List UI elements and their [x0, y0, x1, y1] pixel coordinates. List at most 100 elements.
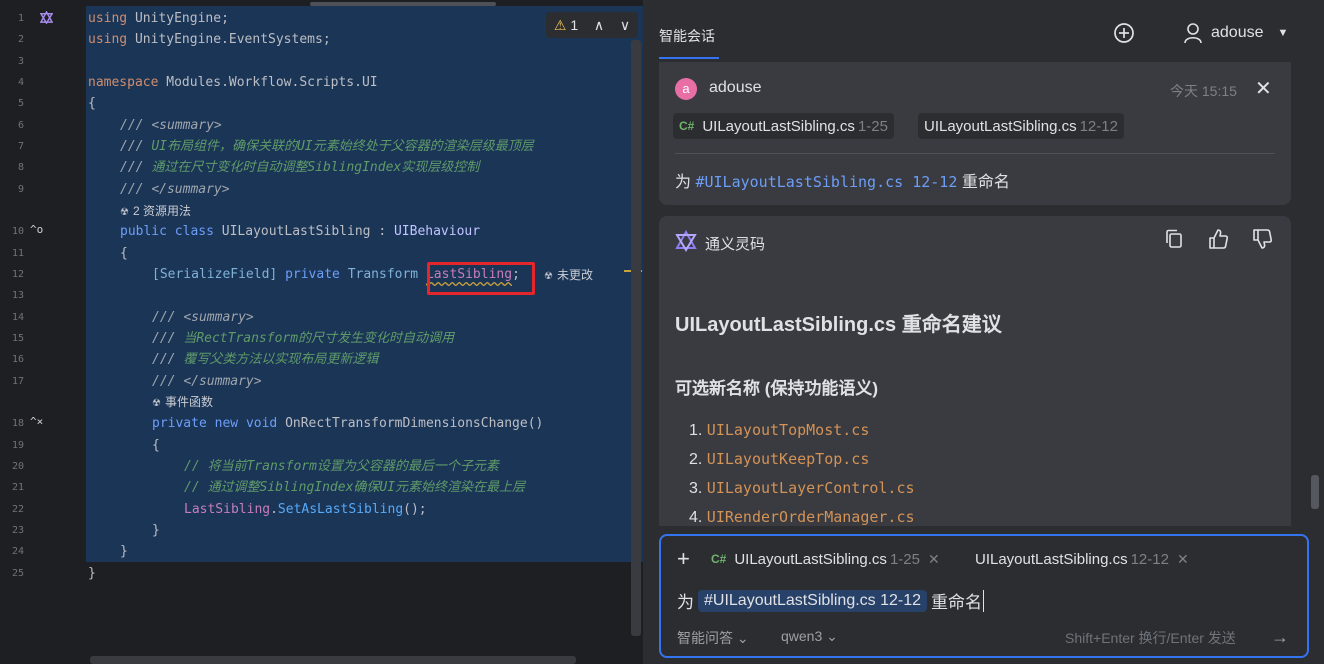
line-number[interactable]: 3 — [0, 51, 24, 72]
warning-icon: ⚠ — [553, 16, 567, 33]
response-heading: UILayoutLastSibling.cs 重命名建议 — [675, 314, 1002, 336]
send-hint: Shift+Enter 换行/Enter 发送 — [1065, 630, 1236, 646]
line-number[interactable]: 14 — [0, 307, 24, 328]
csharp-icon: C# — [711, 552, 727, 566]
line-number[interactable]: 1 — [0, 8, 24, 29]
line-number[interactable]: 24 — [0, 541, 24, 562]
thumbs-down-icon[interactable] — [1251, 228, 1273, 250]
implemented-icon[interactable]: ^o — [30, 223, 43, 236]
line-number[interactable]: 21 — [0, 477, 24, 498]
lingma-logo-icon — [675, 230, 697, 252]
line-number[interactable]: 4 — [0, 72, 24, 93]
message-author: adouse — [709, 79, 762, 96]
message-time: 今天 15:15 — [1170, 83, 1237, 99]
line-number[interactable]: 15 — [0, 328, 24, 349]
list-item: 4. UIRenderOrderManager.cs — [689, 508, 915, 526]
response-subheading: 可选新名称 (保持功能语义) — [675, 379, 879, 398]
list-item: 3. UILayoutLayerControl.cs — [689, 479, 915, 497]
line-number[interactable]: 13 — [0, 285, 24, 306]
line-number[interactable]: 18 — [0, 413, 24, 434]
code-line-25: } — [88, 565, 96, 581]
ai-name: 通义灵码 — [705, 236, 766, 253]
code-line-17: /// </summary> — [152, 373, 262, 389]
user-menu[interactable]: adouse ▼ — [1183, 20, 1288, 46]
new-chat-icon[interactable] — [1112, 21, 1136, 45]
line-number[interactable]: 19 — [0, 435, 24, 456]
override-icon[interactable]: ^× — [30, 415, 43, 428]
code-line-7: /// UI布局组件，确保关联的UI元素始终处于父容器的渲染层级最顶层 — [120, 139, 534, 154]
user-icon — [1184, 23, 1202, 44]
remove-chip-icon[interactable]: ✕ — [1177, 551, 1189, 568]
usages-hint[interactable]: ☢ 2 资源用法 — [120, 201, 191, 222]
copy-icon[interactable] — [1163, 228, 1185, 250]
avatar: a — [675, 78, 697, 100]
chat-input-text[interactable]: 为 #UILayoutLastSibling.cs 12-12 重命名 — [677, 588, 985, 613]
file-reference-tag[interactable]: #UILayoutLastSibling.cs 12-12 — [698, 589, 928, 612]
code-line-2: using UnityEngine.EventSystems; — [88, 32, 331, 48]
usages-icon: ☢ — [120, 207, 129, 218]
line-number[interactable]: 22 — [0, 499, 24, 520]
line-number[interactable]: 23 — [0, 520, 24, 541]
list-item: 1. UILayoutTopMost.cs — [689, 421, 870, 439]
editor-vertical-scrollbar[interactable] — [631, 40, 641, 636]
csharp-icon: C# — [679, 119, 695, 133]
previous-problem-button[interactable]: ∧ — [594, 17, 604, 34]
tab-underline — [659, 57, 719, 59]
line-number[interactable]: 6 — [0, 115, 24, 136]
line-number[interactable]: 2 — [0, 29, 24, 50]
warning-indicator[interactable]: ⚠ 1 — [554, 17, 578, 34]
event-function-hint[interactable]: ☢ 事件函数 — [152, 392, 213, 413]
model-dropdown[interactable]: qwen3 ⌄ — [781, 628, 838, 645]
context-chip[interactable]: UILayoutLastSibling.cs 12-12 — [918, 113, 1124, 139]
code-editor[interactable]: 1 2 3 4 5 6 7 8 9 10 11 12 13 14 15 16 17 18 19 20 21 22 23 24 2… — [0, 0, 643, 664]
divider — [675, 153, 1275, 154]
line-number[interactable]: 9 — [0, 179, 24, 200]
code-text[interactable]: using UnityEngine; using UnityEngine.Eve… — [88, 8, 543, 581]
code-line-16: /// 覆写父类方法以实现布局更新逻辑 — [152, 352, 379, 368]
chat-scrollbar[interactable] — [1311, 475, 1319, 509]
line-number[interactable]: 5 — [0, 93, 24, 114]
input-context-chip[interactable]: UILayoutLastSibling.cs 12-12 ✕ — [969, 546, 1195, 572]
code-line-11: { — [120, 245, 128, 261]
editor-horizontal-scrollbar[interactable] — [90, 656, 576, 664]
code-line-21: // 通过调整SiblingIndex确保UI元素始终渲染在最上层 — [184, 480, 526, 496]
code-line-4: namespace Modules.Workflow.Scripts.UI — [88, 75, 378, 90]
caret-down-icon: ▼ — [1277, 27, 1289, 39]
tab-smart-chat[interactable]: 智能会话 — [659, 26, 715, 46]
line-number[interactable]: 17 — [0, 371, 24, 392]
code-line-14: /// <summary> — [152, 309, 254, 325]
input-context-chip[interactable]: C# UILayoutLastSibling.cs 1-25 ✕ — [705, 546, 946, 572]
inspection-widget[interactable]: ⚠ 1 ∧ ∨ — [546, 12, 638, 38]
user-name: adouse — [1211, 24, 1264, 41]
highlight-box — [427, 262, 535, 295]
line-number[interactable]: 16 — [0, 349, 24, 370]
add-context-button[interactable]: + — [677, 548, 690, 570]
line-number[interactable]: 25 — [0, 563, 24, 584]
line-number[interactable]: 7 — [0, 136, 24, 157]
close-icon[interactable]: ✕ — [1255, 76, 1272, 101]
line-number[interactable]: 8 — [0, 157, 24, 178]
thumbs-up-icon[interactable] — [1207, 228, 1229, 250]
next-problem-button[interactable]: ∨ — [620, 17, 630, 34]
remove-chip-icon[interactable]: ✕ — [928, 551, 940, 568]
mode-dropdown[interactable]: 智能问答 ⌄ — [677, 628, 749, 648]
unchanged-hint[interactable]: ☢ 未更改 — [544, 265, 593, 286]
code-line-15: /// 当RectTransform的尺寸发生变化时自动调用 — [152, 331, 455, 346]
context-chip[interactable]: C# UILayoutLastSibling.cs 1-25 — [673, 113, 894, 139]
unity-icon[interactable] — [40, 11, 53, 24]
code-line-19: { — [152, 437, 160, 453]
message-text: 为 #UILayoutLastSibling.cs 12-12 重命名 — [675, 173, 1010, 191]
line-number[interactable]: 12 — [0, 264, 24, 285]
line-number[interactable]: 11 — [0, 243, 24, 264]
send-button[interactable]: → — [1271, 627, 1289, 648]
code-line-10: public class UILayoutLastSibling : UIBeh… — [120, 224, 481, 240]
ai-message: 通义灵码 UILayoutLastSibling.cs 重命名建议 可选新名称 … — [659, 216, 1291, 526]
code-line-1: using UnityEngine; — [88, 11, 229, 26]
chat-input-box[interactable]: + C# UILayoutLastSibling.cs 1-25 ✕ UILayo… — [659, 534, 1309, 658]
line-number[interactable]: 20 — [0, 456, 24, 477]
chevron-down-icon: ⌄ — [736, 630, 749, 646]
editor-gutter: 1 2 3 4 5 6 7 8 9 10 11 12 13 14 15 16 17 18 19 20 21 22 23 24 2… — [0, 0, 86, 664]
text-caret — [983, 589, 985, 612]
line-number[interactable]: 10 — [0, 221, 24, 242]
unchanged-icon: ☢ — [544, 271, 553, 282]
